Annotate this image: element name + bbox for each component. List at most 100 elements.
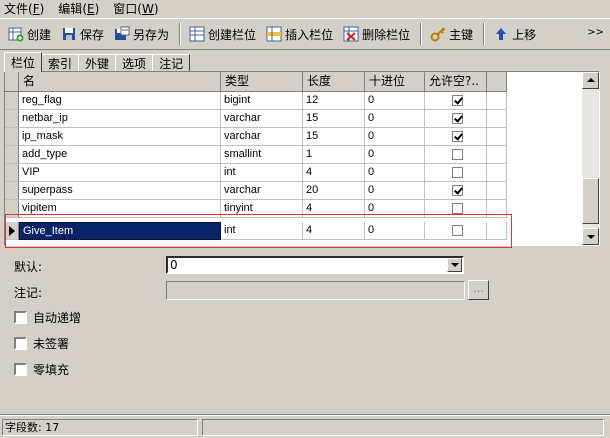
field-length-cell[interactable]: 20 <box>303 182 365 200</box>
toolbar-separator <box>483 23 486 45</box>
create-field-button[interactable]: 创建栏位 <box>185 21 260 47</box>
field-nullable-cell <box>425 182 487 200</box>
field-name-cell[interactable]: ip_mask <box>19 128 221 146</box>
field-nullable-cell <box>425 110 487 128</box>
chevron-up-icon <box>587 78 595 82</box>
field-name-cell[interactable]: netbar_ip <box>19 110 221 128</box>
primary-key-button[interactable]: 主键 <box>426 21 477 47</box>
auto-increment-checkbox[interactable] <box>14 310 27 324</box>
scroll-down-button[interactable] <box>582 228 599 245</box>
field-length-cell[interactable]: 12 <box>303 92 365 110</box>
field-decimals-cell[interactable]: 0 <box>365 128 425 146</box>
nullable-checkbox[interactable] <box>452 131 463 142</box>
table-row[interactable]: ip_mask varchar 15 0 <box>5 128 507 146</box>
field-type-cell[interactable]: varchar <box>221 128 303 146</box>
field-decimals-cell[interactable]: 0 <box>365 146 425 164</box>
nullable-checkbox[interactable] <box>452 149 463 160</box>
save-as-button[interactable]: 另存为 <box>110 21 173 47</box>
table-row[interactable]: netbar_ip varchar 15 0 <box>5 110 507 128</box>
insert-field-icon <box>266 26 282 42</box>
nullable-checkbox[interactable] <box>452 95 463 106</box>
scroll-thumb[interactable] <box>582 178 599 224</box>
field-name-cell[interactable]: superpass <box>19 182 221 200</box>
header-nullable[interactable]: 允许空?.. <box>425 72 487 92</box>
header-length[interactable]: 长度 <box>303 72 365 92</box>
field-type-cell[interactable]: bigint <box>221 92 303 110</box>
field-type-cell[interactable]: int <box>221 164 303 182</box>
table-row[interactable]: reg_flag bigint 12 0 <box>5 92 507 110</box>
default-value-select[interactable]: 0 <box>166 256 464 274</box>
nullable-checkbox[interactable] <box>452 185 463 196</box>
insert-field-button[interactable]: 插入栏位 <box>262 21 337 47</box>
comment-field[interactable] <box>166 281 465 300</box>
highlight-box <box>5 214 512 248</box>
row-selector[interactable] <box>5 110 19 128</box>
field-decimals-cell[interactable]: 0 <box>365 164 425 182</box>
key-icon <box>430 26 446 42</box>
header-name[interactable]: 名 <box>19 72 221 92</box>
nullable-checkbox[interactable] <box>452 167 463 178</box>
field-decimals-cell[interactable]: 0 <box>365 182 425 200</box>
header-decimals[interactable]: 十进位 <box>365 72 425 92</box>
tab-comments[interactable]: 注记 <box>152 54 191 72</box>
unsigned-checkbox[interactable] <box>14 336 27 350</box>
comment-label: 注记: <box>14 286 43 300</box>
row-selector-header <box>5 72 19 92</box>
field-length-cell[interactable]: 4 <box>303 164 365 182</box>
field-decimals-cell[interactable]: 0 <box>365 92 425 110</box>
toolbar: 创建 保存 另存为 创建栏位 插入栏位 删除栏位 主键 上移 >> <box>0 18 610 50</box>
field-nullable-cell <box>425 92 487 110</box>
field-type-cell[interactable]: varchar <box>221 110 303 128</box>
default-dropdown-button[interactable] <box>447 258 462 272</box>
unsigned-label: 未签署 <box>33 336 70 351</box>
arrow-up-icon <box>493 26 509 42</box>
header-type[interactable]: 类型 <box>221 72 303 92</box>
menu-window[interactable]: 窗口(W) <box>113 0 158 17</box>
field-name-cell[interactable]: VIP <box>19 164 221 182</box>
table-row[interactable]: superpass varchar 20 0 <box>5 182 507 200</box>
menu-file[interactable]: 文件(F) <box>4 0 44 17</box>
delete-field-icon <box>343 26 359 42</box>
row-selector[interactable] <box>5 128 19 146</box>
divider <box>0 414 610 416</box>
field-length-cell[interactable]: 1 <box>303 146 365 164</box>
toolbar-separator <box>179 23 182 45</box>
grid-vertical-scrollbar[interactable] <box>582 72 599 245</box>
field-type-cell[interactable]: varchar <box>221 182 303 200</box>
toolbar-overflow-button[interactable]: >> <box>587 27 604 38</box>
extra-cell <box>487 110 507 128</box>
field-name-cell[interactable]: reg_flag <box>19 92 221 110</box>
save-button[interactable]: 保存 <box>57 21 108 47</box>
move-up-button[interactable]: 上移 <box>489 21 540 47</box>
unsigned-option[interactable]: 未签署 <box>14 335 69 351</box>
delete-field-button[interactable]: 删除栏位 <box>339 21 414 47</box>
floppy-disk-icon <box>61 26 77 42</box>
row-selector[interactable] <box>5 92 19 110</box>
tab-options[interactable]: 选项 <box>115 54 154 72</box>
field-length-cell[interactable]: 15 <box>303 128 365 146</box>
nullable-checkbox[interactable] <box>452 203 463 214</box>
zerofill-option[interactable]: 零填充 <box>14 361 69 377</box>
tab-strip: 栏位 索引 外键 选项 注记 <box>4 52 191 72</box>
tab-foreign-keys[interactable]: 外键 <box>78 54 117 72</box>
extra-cell <box>487 182 507 200</box>
field-nullable-cell <box>425 146 487 164</box>
field-name-cell[interactable]: add_type <box>19 146 221 164</box>
table-row[interactable]: VIP int 4 0 <box>5 164 507 182</box>
tab-indexes[interactable]: 索引 <box>41 54 80 72</box>
tab-fields[interactable]: 栏位 <box>4 52 43 72</box>
create-button[interactable]: 创建 <box>4 21 55 47</box>
auto-increment-option[interactable]: 自动递增 <box>14 309 81 325</box>
row-selector[interactable] <box>5 182 19 200</box>
row-selector[interactable] <box>5 146 19 164</box>
row-selector[interactable] <box>5 164 19 182</box>
menu-edit[interactable]: 编辑(E) <box>58 0 99 17</box>
nullable-checkbox[interactable] <box>452 113 463 124</box>
table-row[interactable]: add_type smallint 1 0 <box>5 146 507 164</box>
zerofill-checkbox[interactable] <box>14 362 27 376</box>
scroll-up-button[interactable] <box>582 72 599 89</box>
field-type-cell[interactable]: smallint <box>221 146 303 164</box>
field-decimals-cell[interactable]: 0 <box>365 110 425 128</box>
field-length-cell[interactable]: 15 <box>303 110 365 128</box>
comment-ellipsis-button[interactable]: ... <box>468 280 489 300</box>
